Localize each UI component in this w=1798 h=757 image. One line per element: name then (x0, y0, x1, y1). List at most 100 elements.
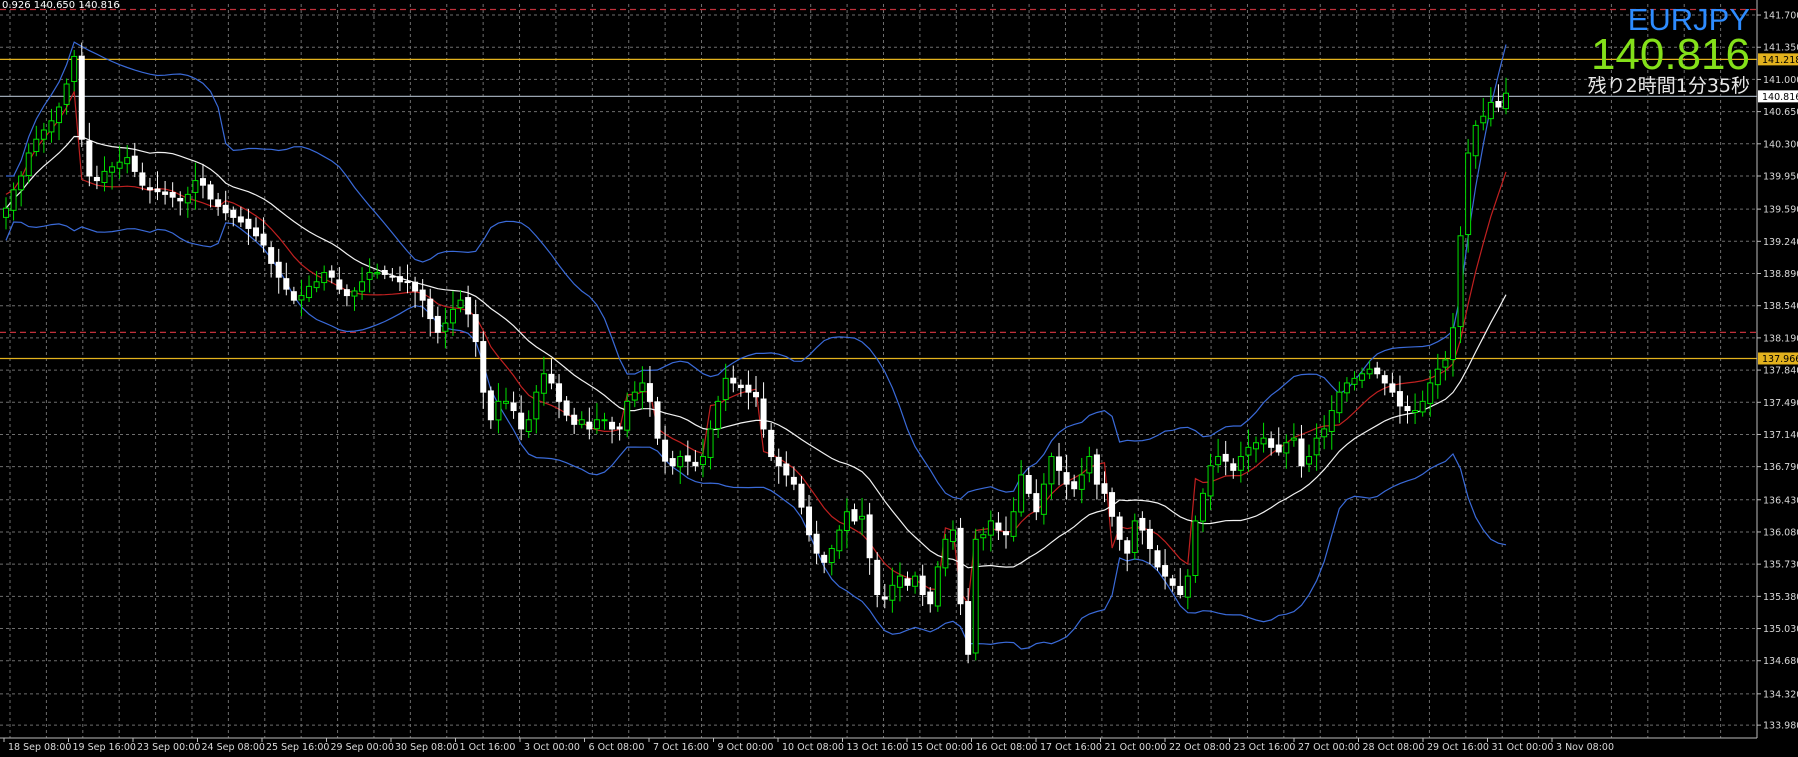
candle-body (980, 534, 987, 539)
candle-body (1503, 92, 1509, 110)
x-tick-label: 17 Oct 16:00 (1040, 742, 1102, 753)
candle-body (722, 377, 729, 401)
candle-body (1260, 437, 1267, 445)
candle-body (434, 315, 441, 333)
candle-body (715, 400, 722, 430)
x-tick-label: 7 Oct 16:00 (653, 742, 709, 753)
candle-body (1449, 327, 1456, 361)
candle-body (684, 455, 691, 462)
candle-body (768, 429, 775, 458)
candle-body (866, 514, 873, 559)
candle-body (783, 463, 790, 476)
candle-body (154, 188, 161, 193)
price-tag-label: 140.816 (1762, 92, 1798, 103)
candle-body (889, 584, 896, 601)
x-tick-label: 29 Oct 16:00 (1427, 742, 1489, 753)
candle-body (957, 527, 964, 605)
candle-body (843, 511, 850, 531)
y-tick-label: 141.000 (1763, 75, 1798, 86)
candle-body (548, 373, 555, 384)
candle-body (222, 204, 229, 214)
candle-body (101, 170, 108, 184)
x-tick-label: 16 Oct 08:00 (976, 742, 1038, 753)
candle-body (692, 461, 699, 467)
candle-body (419, 289, 426, 301)
candle-body (449, 308, 456, 324)
candle-body (1192, 520, 1199, 577)
candle-body (146, 187, 153, 191)
y-tick-label: 135.380 (1763, 592, 1798, 603)
candle-body (1328, 410, 1335, 432)
y-tick-label: 137.140 (1763, 430, 1798, 441)
candle-body (828, 548, 835, 564)
candle-body (290, 291, 297, 301)
candle-body (116, 161, 123, 169)
candle-body (177, 197, 184, 202)
candle-body (336, 279, 343, 290)
candle-body (487, 390, 494, 421)
y-tick-label: 134.320 (1763, 689, 1798, 700)
x-tick-label: 29 Sep 00:00 (331, 742, 394, 753)
candle-body (366, 272, 373, 280)
candle-body (654, 401, 661, 439)
candle-body (192, 180, 199, 193)
candle-body (1010, 511, 1017, 537)
candle-body (1434, 368, 1441, 386)
candle-body (874, 559, 881, 596)
price-tag-label: 137.966 (1762, 354, 1798, 365)
chart-area[interactable]: 141.700 141.350 141.000 140.650 140.300 139.9… (0, 0, 1798, 753)
candle-body (1169, 578, 1176, 586)
candle-body (745, 384, 752, 393)
candle-body (1025, 475, 1032, 494)
ohlc-readout: 0.926 140.650 140.816 (2, 0, 120, 11)
candle-body (1063, 472, 1070, 485)
y-tick-label: 139.240 (1763, 237, 1798, 248)
candle-body (139, 172, 146, 186)
candle-body (184, 193, 191, 204)
candle-body (1139, 517, 1146, 531)
candle-body (374, 272, 381, 275)
candle-body (518, 412, 525, 430)
candle-body (207, 184, 214, 200)
candle-body (359, 281, 366, 292)
candle-body (1366, 368, 1373, 375)
candle-body (896, 575, 903, 588)
candle-body (1146, 528, 1153, 550)
candle-body (851, 509, 858, 522)
candle-body (396, 276, 403, 283)
candle-body (162, 191, 169, 195)
candle-body (10, 189, 17, 211)
x-tick-label: 10 Oct 08:00 (782, 742, 844, 753)
price-chart[interactable]: 141.700 141.350 141.000 140.650 140.300 139.9… (0, 0, 1798, 753)
y-tick-label: 138.890 (1763, 269, 1798, 280)
candle-body (404, 281, 411, 284)
candle-body (237, 216, 244, 223)
candle-body (328, 270, 335, 278)
candle-body (1343, 382, 1350, 394)
candle-body (1412, 410, 1419, 414)
candle-body (260, 233, 267, 246)
candle-body (1124, 540, 1131, 554)
candle-body (253, 227, 259, 237)
candle-body (813, 533, 820, 554)
candle-body (919, 575, 926, 596)
y-tick-label: 136.790 (1763, 462, 1798, 473)
candle-body (1237, 456, 1244, 471)
candle-body (1048, 456, 1055, 485)
candle-body (268, 247, 275, 264)
y-tick-label: 140.650 (1763, 107, 1798, 118)
candle-body (859, 515, 866, 520)
candle-body (609, 421, 616, 430)
time-remaining-label: 残り2時間1分35秒 (1587, 75, 1750, 97)
candle-body (646, 383, 653, 402)
candle-body (699, 456, 706, 466)
candle-body (1033, 493, 1040, 513)
candle-body (601, 419, 608, 422)
candle-body (321, 272, 328, 284)
candle-body (949, 529, 956, 543)
candle-body (1336, 391, 1343, 414)
candle-body (904, 578, 911, 586)
x-tick-label: 27 Oct 00:00 (1298, 742, 1360, 753)
candle-body (306, 285, 313, 299)
candle-body (124, 157, 131, 165)
